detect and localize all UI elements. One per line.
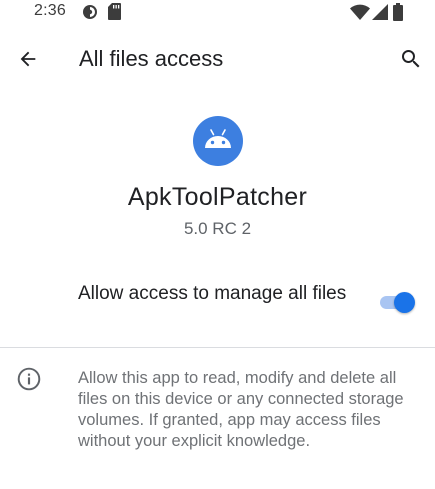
allow-access-switch[interactable] bbox=[380, 290, 416, 314]
allow-access-label: Allow access to manage all files bbox=[78, 283, 347, 304]
app-name: ApkToolPatcher bbox=[127, 183, 308, 211]
arrow-back-icon bbox=[20, 51, 36, 67]
app-version: 5.0 RC 2 bbox=[183, 219, 252, 238]
signal-icon bbox=[372, 4, 388, 20]
back-button[interactable] bbox=[12, 43, 44, 75]
android-icon bbox=[204, 129, 231, 148]
page-title: All files access bbox=[79, 46, 224, 71]
data-saver-icon bbox=[83, 5, 97, 19]
status-time: 2:36 bbox=[34, 2, 66, 19]
allow-access-toggle-row[interactable]: Allow access to manage all files bbox=[0, 278, 435, 338]
app-header: ApkToolPatcher 5.0 RC 2 bbox=[0, 116, 435, 239]
search-icon bbox=[402, 50, 420, 68]
status-bar: 2:36 bbox=[0, 0, 435, 24]
info-description: Allow this app to read, modify and delet… bbox=[78, 369, 404, 450]
app-bar: All files access bbox=[0, 34, 435, 84]
sd-card-icon bbox=[108, 3, 121, 20]
app-icon bbox=[192, 116, 243, 166]
info-icon bbox=[17, 367, 41, 391]
search-button[interactable] bbox=[395, 43, 427, 75]
wifi-icon bbox=[350, 4, 370, 20]
battery-icon bbox=[393, 3, 403, 21]
divider bbox=[0, 347, 435, 348]
switch-thumb bbox=[394, 292, 415, 313]
